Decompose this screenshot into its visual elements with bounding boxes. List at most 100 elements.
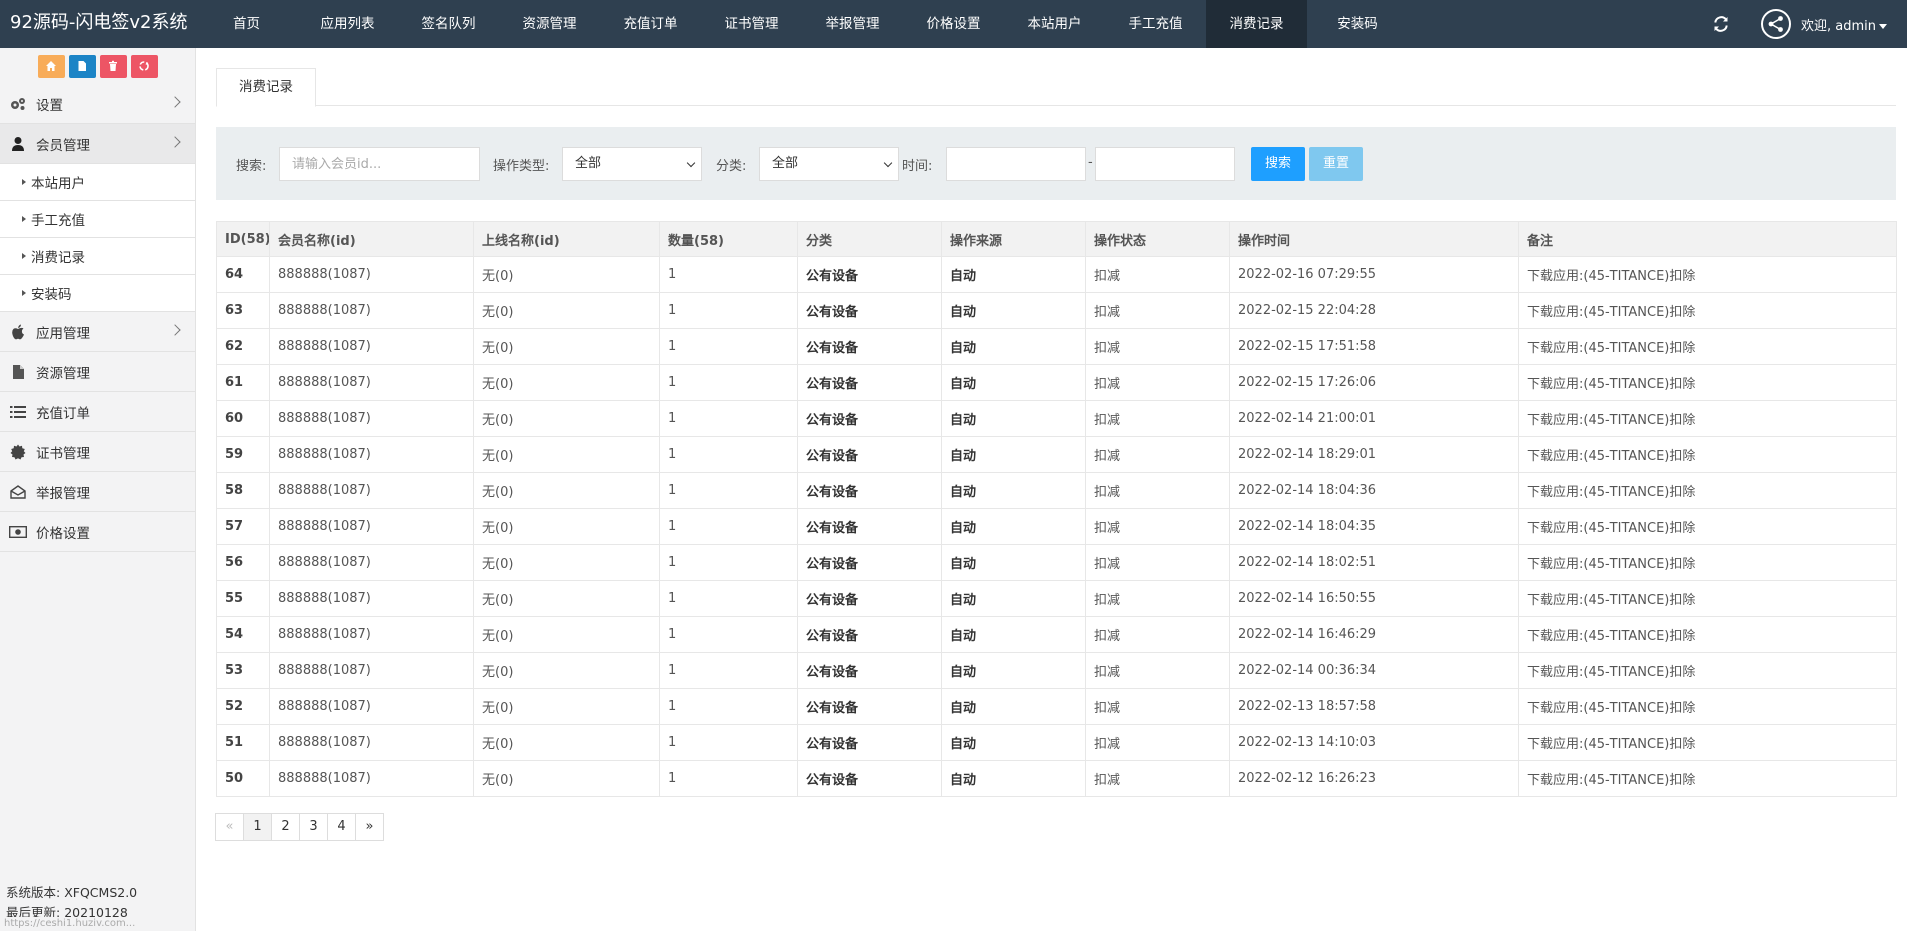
page-button[interactable]: 2 bbox=[271, 813, 300, 841]
recycle-button[interactable] bbox=[130, 54, 158, 78]
table-row: 59 888888(1087) 无(0) 1 公有设备 自动 扣减 2022-02-14 18… bbox=[216, 436, 1897, 473]
sidebar-item-prices[interactable]: 价格设置 bbox=[0, 512, 195, 552]
table-row: 56 888888(1087) 无(0) 1 公有设备 自动 扣减 2022-02-14 18… bbox=[216, 544, 1897, 581]
sidebar-sub-item-site-users[interactable]: 本站用户 bbox=[0, 164, 195, 201]
records-table: ID(58) 会员名称(id) 上线名称(id) 数量(58) 分类 操作来源 操作状态 操作… bbox=[216, 221, 1897, 797]
sidebar-item-certs[interactable]: 证书管理 bbox=[0, 432, 195, 472]
home-button[interactable] bbox=[37, 54, 65, 78]
version-row: 系统版本: XFQCMS2.0 bbox=[6, 883, 137, 903]
nav-item[interactable]: 签名队列 bbox=[398, 0, 499, 48]
search-button[interactable]: 搜索 bbox=[1251, 147, 1305, 181]
table-cell: 自动 bbox=[941, 364, 1086, 401]
sidebar-item-settings[interactable]: 设置 bbox=[0, 84, 195, 124]
sidebar-sub-item-label: 本站用户 bbox=[31, 176, 85, 192]
sidebar-item-reports[interactable]: 举报管理 bbox=[0, 472, 195, 512]
table-cell: 888888(1087) bbox=[269, 508, 474, 545]
table-cell: 公有设备 bbox=[797, 508, 942, 545]
table-cell: 下载应用:(45-TITANCE)扣除 bbox=[1518, 328, 1897, 365]
table-cell: 1 bbox=[659, 544, 798, 581]
table-cell: 1 bbox=[659, 508, 798, 545]
prev-page-button[interactable]: « bbox=[215, 813, 244, 841]
table-cell: 下载应用:(45-TITANCE)扣除 bbox=[1518, 688, 1897, 725]
search-bar: 搜索: 操作类型: 全部 分类: 全部 时间: - 搜索 重置 bbox=[216, 127, 1896, 200]
table-cell: 无(0) bbox=[473, 580, 660, 617]
table-cell: 2022-02-16 07:29:55 bbox=[1229, 256, 1519, 293]
nav-item[interactable]: 充值订单 bbox=[600, 0, 701, 48]
end-time-input[interactable] bbox=[1095, 147, 1235, 181]
page-button[interactable]: 3 bbox=[299, 813, 328, 841]
sidebar-sub-item-label: 安装码 bbox=[31, 287, 72, 303]
category-select[interactable]: 全部 bbox=[759, 147, 899, 181]
table-cell: 无(0) bbox=[473, 364, 660, 401]
browser-status-url: https://ceshi1.huziv.com... bbox=[0, 917, 140, 931]
table-cell: 扣减 bbox=[1085, 688, 1230, 725]
file-button[interactable] bbox=[68, 54, 96, 78]
nav-item[interactable]: 应用列表 bbox=[297, 0, 398, 48]
table-cell: 58 bbox=[216, 472, 270, 509]
table-cell: 下载应用:(45-TITANCE)扣除 bbox=[1518, 472, 1897, 509]
table-cell: 公有设备 bbox=[797, 688, 942, 725]
page-button[interactable]: 1 bbox=[243, 813, 272, 841]
table-cell: 自动 bbox=[941, 688, 1086, 725]
table-cell: 扣减 bbox=[1085, 364, 1230, 401]
nav-item[interactable]: 安装码 bbox=[1307, 0, 1408, 48]
sidebar-sub-item-install-code[interactable]: 安装码 bbox=[0, 275, 195, 312]
avatar-share-icon[interactable] bbox=[1761, 9, 1791, 39]
nav-item[interactable]: 首页 bbox=[196, 0, 297, 48]
table-cell: 扣减 bbox=[1085, 580, 1230, 617]
brand-title[interactable]: 92源码-闪电签v2系统 bbox=[10, 0, 188, 48]
nav-item[interactable]: 本站用户 bbox=[1004, 0, 1105, 48]
sidebar-sub-item-consumption-records[interactable]: 消费记录 bbox=[0, 238, 195, 275]
table-cell: 自动 bbox=[941, 544, 1086, 581]
table-cell: 自动 bbox=[941, 328, 1086, 365]
member-id-input[interactable] bbox=[279, 147, 480, 181]
table-cell: 无(0) bbox=[473, 436, 660, 473]
nav-item[interactable]: 证书管理 bbox=[701, 0, 802, 48]
reset-button[interactable]: 重置 bbox=[1309, 147, 1363, 181]
nav-item[interactable]: 价格设置 bbox=[903, 0, 1004, 48]
nav-item[interactable]: 资源管理 bbox=[499, 0, 600, 48]
table-cell: 公有设备 bbox=[797, 760, 942, 797]
table-cell: 扣减 bbox=[1085, 508, 1230, 545]
table-cell: 无(0) bbox=[473, 616, 660, 653]
chevron-down-icon bbox=[686, 158, 696, 168]
user-menu[interactable]: 欢迎, admin bbox=[1801, 15, 1887, 34]
table-cell: 51 bbox=[216, 724, 270, 761]
refresh-icon[interactable] bbox=[1711, 14, 1731, 34]
table-cell: 2022-02-15 17:26:06 bbox=[1229, 364, 1519, 401]
table-cell: 无(0) bbox=[473, 652, 660, 689]
table-cell: 888888(1087) bbox=[269, 760, 474, 797]
table-cell: 1 bbox=[659, 652, 798, 689]
table-cell: 扣减 bbox=[1085, 292, 1230, 329]
op-type-select[interactable]: 全部 bbox=[562, 147, 702, 181]
table-row: 52 888888(1087) 无(0) 1 公有设备 自动 扣减 2022-02-13 18… bbox=[216, 688, 1897, 725]
table-row: 50 888888(1087) 无(0) 1 公有设备 自动 扣减 2022-02-12 16… bbox=[216, 760, 1897, 797]
sidebar-item-apps[interactable]: 应用管理 bbox=[0, 312, 195, 352]
table-cell: 自动 bbox=[941, 292, 1086, 329]
nav-item[interactable]: 举报管理 bbox=[802, 0, 903, 48]
welcome-text: 欢迎, admin bbox=[1801, 18, 1876, 34]
table-cell: 扣减 bbox=[1085, 724, 1230, 761]
table-cell: 无(0) bbox=[473, 256, 660, 293]
sidebar-item-members[interactable]: 会员管理 bbox=[0, 124, 195, 164]
time-range-dash: - bbox=[1088, 155, 1093, 170]
table-cell: 公有设备 bbox=[797, 292, 942, 329]
tab-consumption-records[interactable]: 消费记录 bbox=[216, 68, 316, 107]
nav-item[interactable]: 消费记录 bbox=[1206, 0, 1307, 48]
table-cell: 2022-02-12 16:26:23 bbox=[1229, 760, 1519, 797]
trash-button[interactable] bbox=[99, 54, 127, 78]
time-label: 时间: bbox=[902, 159, 933, 174]
table-cell: 自动 bbox=[941, 508, 1086, 545]
nav-item[interactable]: 手工充值 bbox=[1105, 0, 1206, 48]
table-cell: 自动 bbox=[941, 760, 1086, 797]
table-cell: 下载应用:(45-TITANCE)扣除 bbox=[1518, 436, 1897, 473]
page-button[interactable]: 4 bbox=[327, 813, 356, 841]
table-cell: 公有设备 bbox=[797, 472, 942, 509]
sidebar-item-orders[interactable]: 充值订单 bbox=[0, 392, 195, 432]
table-cell: 1 bbox=[659, 292, 798, 329]
column-header: ID(58) bbox=[216, 221, 270, 257]
sidebar-item-resources[interactable]: 资源管理 bbox=[0, 352, 195, 392]
start-time-input[interactable] bbox=[946, 147, 1086, 181]
next-page-button[interactable]: » bbox=[355, 813, 384, 841]
sidebar-sub-item-manual-recharge[interactable]: 手工充值 bbox=[0, 201, 195, 238]
